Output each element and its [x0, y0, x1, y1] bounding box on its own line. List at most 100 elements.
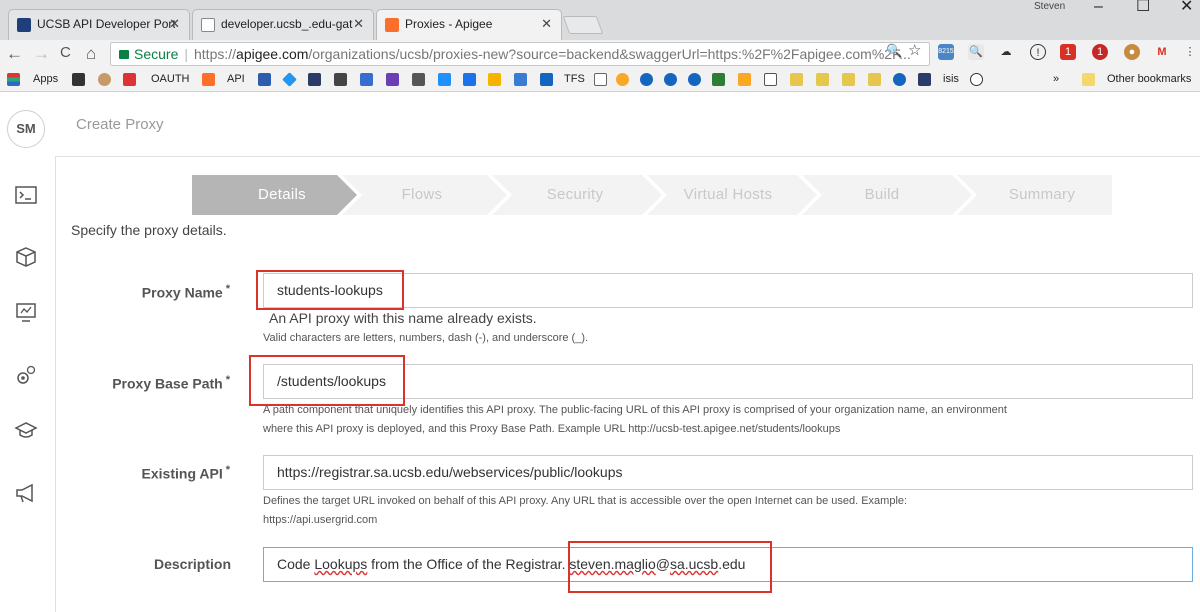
- avatar[interactable]: SM: [7, 110, 45, 148]
- existing-api-input[interactable]: https://registrar.sa.ucsb.edu/webservice…: [263, 455, 1193, 490]
- person-bookmark-icon[interactable]: [98, 73, 111, 86]
- wizard-step-build[interactable]: Build: [812, 175, 952, 215]
- back-button[interactable]: ←: [6, 44, 23, 64]
- bookmark-star-icon[interactable]: ☆: [908, 41, 921, 59]
- terminal-icon[interactable]: [12, 186, 40, 210]
- bookmarks-overflow[interactable]: »: [1053, 73, 1059, 85]
- sharepoint-bookmark-icon[interactable]: [893, 73, 906, 86]
- folder-bookmark-icon[interactable]: [868, 73, 881, 86]
- wizard-step-details[interactable]: Details: [212, 175, 352, 215]
- sharepoint-bookmark-icon[interactable]: [640, 73, 653, 86]
- label-text: Existing API: [141, 465, 223, 482]
- bookmark-oauth[interactable]: OAUTH: [151, 73, 190, 85]
- close-icon[interactable]: ✕: [353, 16, 364, 32]
- new-tab-button[interactable]: [562, 16, 604, 34]
- tools-bookmark-icon[interactable]: [258, 73, 271, 86]
- gmail-m-extension-icon[interactable]: M: [1154, 44, 1170, 60]
- gears-icon[interactable]: [12, 364, 40, 388]
- extension-info-icon[interactable]: !: [1030, 44, 1046, 60]
- chrome-profile-name[interactable]: Steven: [1034, 1, 1065, 12]
- package-bookmark-icon[interactable]: [738, 73, 751, 86]
- sharepoint-bookmark-icon[interactable]: [664, 73, 677, 86]
- address-bar[interactable]: Secure | https://apigee.com/organizations/…: [110, 42, 930, 66]
- wizard-step-virtual-hosts[interactable]: Virtual Hosts: [658, 175, 798, 215]
- maximize-button[interactable]: ☐: [1136, 0, 1150, 16]
- sharepoint-bookmark-icon[interactable]: [688, 73, 701, 86]
- reload-button[interactable]: C: [60, 44, 71, 61]
- folder-bookmark-icon[interactable]: [842, 73, 855, 86]
- cookie-extension-icon[interactable]: ●: [1124, 44, 1140, 60]
- secure-label: Secure: [134, 46, 179, 62]
- calendar-bookmark-icon[interactable]: [123, 73, 136, 86]
- bookmark-tfs[interactable]: TFS: [564, 73, 585, 85]
- drive-bookmark-icon[interactable]: [463, 73, 476, 86]
- doc-bookmark-icon[interactable]: [514, 73, 527, 86]
- zoom-icon[interactable]: 🔍: [886, 43, 902, 59]
- page-title: Create Proxy: [76, 116, 164, 133]
- graduation-cap-icon[interactable]: [12, 420, 40, 444]
- bookmark-isis[interactable]: isis: [943, 73, 959, 85]
- existing-api-label: Existing API *: [60, 464, 230, 482]
- browser-tab-developer-gateway[interactable]: developer.ucsb_.edu-gat ✕: [192, 9, 374, 40]
- bookmark-other-bookmarks[interactable]: Other bookmarks: [1107, 73, 1191, 85]
- office-bookmark-icon[interactable]: [488, 73, 501, 86]
- browser-tab-strip: UCSB API Developer Port ✕ developer.ucsb…: [0, 0, 1200, 41]
- extension-badge-icon[interactable]: 8215: [938, 44, 954, 60]
- label-text: Description: [153, 556, 231, 572]
- proxy-name-label: Proxy Name *: [60, 283, 230, 301]
- browser-tab-apigee-proxies[interactable]: Proxies - Apigee ✕: [376, 9, 562, 41]
- url-path: /organizations/ucsb/proxies-new?source=b…: [308, 46, 911, 62]
- ucsb-favicon-icon: [17, 18, 31, 32]
- minimize-button[interactable]: –: [1094, 0, 1103, 16]
- tab-label: Proxies - Apigee: [405, 17, 493, 31]
- app-bookmark-icon[interactable]: [308, 73, 321, 86]
- box-bookmark-icon[interactable]: [360, 73, 373, 86]
- annotation-highlight-base-path: [249, 355, 405, 406]
- bookmark-apps[interactable]: Apps: [33, 73, 58, 85]
- chat-bookmark-icon[interactable]: [540, 73, 553, 86]
- cube-icon[interactable]: [12, 246, 40, 270]
- required-marker: *: [225, 283, 230, 295]
- monitor-icon[interactable]: [12, 302, 40, 326]
- bookmarks-bar: Apps OAUTH API TFS isis » Other bookmark…: [0, 68, 1200, 92]
- extension-key-icon[interactable]: 🔍: [968, 44, 984, 60]
- description-text: Lookups: [314, 556, 368, 572]
- wizard-step-flows[interactable]: Flows: [352, 175, 492, 215]
- gmail-extension-icon[interactable]: 1: [1060, 44, 1076, 60]
- target-bookmark-icon[interactable]: [970, 73, 983, 86]
- apigee-bookmark-icon[interactable]: [202, 73, 215, 86]
- folder-bookmark-icon[interactable]: [790, 73, 803, 86]
- hash-bookmark-icon[interactable]: [72, 73, 85, 86]
- existing-api-value: https://registrar.sa.ucsb.edu/webservice…: [277, 464, 623, 480]
- app-bookmark-icon[interactable]: [918, 73, 931, 86]
- page-bookmark-icon[interactable]: [594, 73, 607, 86]
- screen-bookmark-icon[interactable]: [412, 73, 425, 86]
- wizard-step-security[interactable]: Security: [505, 175, 645, 215]
- close-window-button[interactable]: ✕: [1180, 0, 1193, 16]
- windows-bookmark-icon[interactable]: [438, 73, 451, 86]
- close-icon[interactable]: ✕: [169, 16, 180, 32]
- chrome-bookmark-icon[interactable]: [616, 73, 629, 86]
- forward-button[interactable]: →: [33, 44, 50, 64]
- lock-icon: [119, 50, 129, 59]
- extension-cloud-icon[interactable]: ☁: [998, 44, 1014, 60]
- existing-api-help-line2: https://api.usergrid.com: [263, 514, 378, 526]
- thumbs-up-bookmark-icon[interactable]: [764, 73, 777, 86]
- label-text: Proxy Name: [141, 284, 223, 301]
- wizard-step-summary[interactable]: Summary: [972, 175, 1112, 215]
- close-icon[interactable]: ✕: [541, 16, 552, 32]
- excel-bookmark-icon[interactable]: [712, 73, 725, 86]
- proxy-base-path-label: Proxy Base Path *: [60, 374, 230, 392]
- trophy-bookmark-icon[interactable]: [334, 73, 347, 86]
- browser-tab-ucsb-portal[interactable]: UCSB API Developer Port ✕: [8, 9, 190, 40]
- adblock-extension-icon[interactable]: 1: [1092, 44, 1108, 60]
- diamond-bookmark-icon[interactable]: [282, 72, 297, 87]
- tab-label: UCSB API Developer Port: [37, 17, 175, 31]
- folder-bookmark-icon[interactable]: [816, 73, 829, 86]
- chrome-menu-icon[interactable]: ⋮: [1182, 44, 1198, 60]
- url-separator: |: [184, 46, 188, 62]
- bookmark-api[interactable]: API: [227, 73, 245, 85]
- vs-bookmark-icon[interactable]: [386, 73, 399, 86]
- megaphone-icon[interactable]: [12, 482, 40, 506]
- home-button[interactable]: ⌂: [86, 44, 96, 64]
